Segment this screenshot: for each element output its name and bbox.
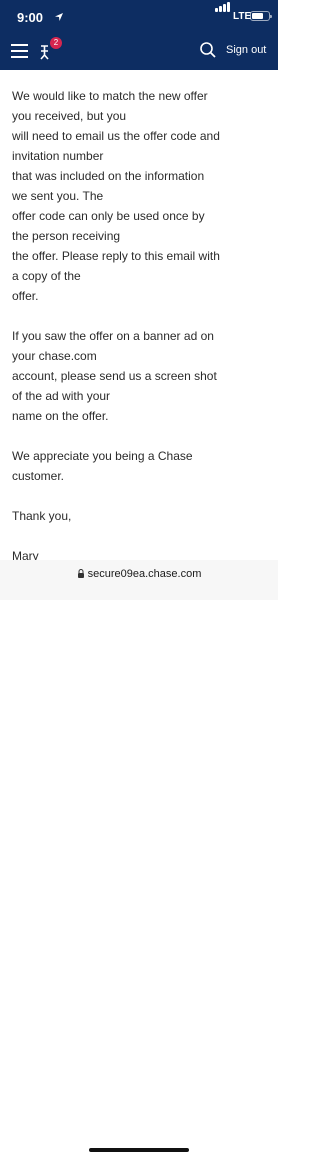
- message-line: the offer. Please reply to this email wi…: [12, 249, 220, 263]
- hamburger-menu-icon[interactable]: [11, 43, 28, 59]
- network-type: LTE: [233, 11, 252, 22]
- sign-out-link[interactable]: Sign out: [226, 44, 266, 56]
- lock-icon: [77, 569, 84, 578]
- url-display[interactable]: secure09ea.chase.com: [0, 568, 278, 580]
- home-indicator: [89, 1148, 189, 1152]
- status-time: 9:00: [17, 10, 44, 25]
- location-arrow-icon: [55, 13, 63, 21]
- message-line: We would like to match the new offer: [12, 89, 208, 103]
- url-text: secure09ea.chase.com: [87, 568, 202, 580]
- message-line: name on the offer.: [12, 409, 109, 423]
- message-line: that was included on the information: [12, 169, 205, 183]
- message-line: account, please send us a screen shot: [12, 369, 217, 383]
- message-line: If you saw the offer on a banner ad on: [12, 329, 214, 343]
- message-line: a copy of the: [12, 269, 81, 283]
- search-icon[interactable]: [199, 41, 217, 59]
- message-line: offer code can only be used once by: [12, 209, 205, 223]
- battery-icon: [250, 11, 272, 21]
- message-line: of the ad with your: [12, 389, 111, 403]
- message-line: customer.: [12, 469, 65, 483]
- message-paragraph: If you saw the offer on a banner ad on y…: [12, 326, 242, 426]
- message-line: offer.: [12, 289, 39, 303]
- browser-url-bar[interactable]: secure09ea.chase.com: [0, 560, 278, 1152]
- app-header: 2 Sign out: [0, 34, 278, 70]
- message-line: the person receiving: [12, 229, 121, 243]
- message-line: we sent you. The: [12, 189, 104, 203]
- notification-badge: 2: [50, 37, 62, 49]
- status-bar: 9:00 LTE: [0, 0, 278, 34]
- message-line: will need to email us the offer code and: [12, 129, 220, 143]
- message-paragraph: We would like to match the new offer you…: [12, 86, 242, 306]
- message-closing: Thank you,: [12, 509, 72, 523]
- message-line: invitation number: [12, 149, 104, 163]
- message-line: you received, but you: [12, 109, 127, 123]
- message-body: We would like to match the new offer you…: [12, 86, 242, 566]
- message-line: your chase.com: [12, 349, 97, 363]
- message-paragraph: We appreciate you being a Chase customer…: [12, 446, 242, 486]
- message-line: We appreciate you being a Chase: [12, 449, 193, 463]
